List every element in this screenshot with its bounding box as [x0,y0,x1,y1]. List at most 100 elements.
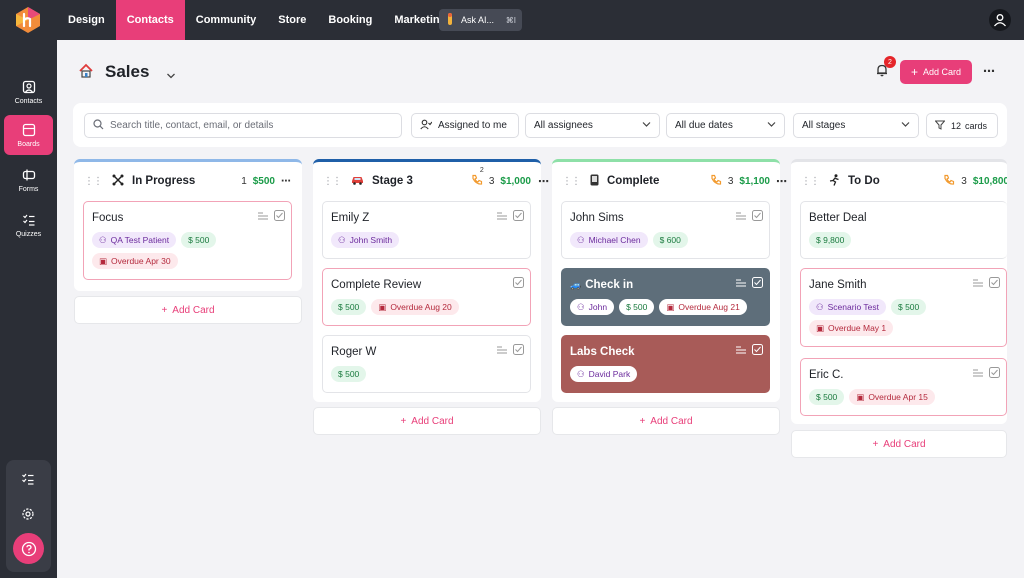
checkbox-icon[interactable] [752,208,763,226]
more-options-icon[interactable]: ⋯ [983,64,996,78]
card-eric-c[interactable]: Eric C. $ 500 ▣ Overdue Apr 15 [800,358,1007,416]
card-title: Emily Z [331,212,370,224]
column-total: $500 [252,175,275,187]
notes-icon[interactable] [258,208,269,226]
cards-filter-button[interactable]: 12 cards [926,113,998,138]
checkbox-icon[interactable] [513,275,524,293]
add-card-button[interactable]: + Add Card [791,430,1007,458]
calendar-icon: ▣ [378,301,387,312]
stages-select[interactable]: All stages [793,113,919,138]
card-check-in[interactable]: 🚙 Check in ⚇ John $ 500 ▣ Overdue Aug 21 [561,268,770,326]
forms-icon [22,169,35,180]
sidebar-item-forms[interactable]: Forms [4,160,53,200]
assignee-tag: ⚇ John [570,299,615,315]
settings-gear-icon[interactable] [19,505,37,523]
notes-icon[interactable] [497,208,508,226]
checkbox-icon[interactable] [513,342,524,360]
due-dates-select[interactable]: All due dates [666,113,785,138]
add-card-label: Add Card [883,438,926,450]
phone-icon[interactable] [943,174,955,189]
plus-icon: + [872,438,879,450]
nav-store[interactable]: Store [267,0,317,40]
calendar-icon: ▣ [816,322,825,333]
card-title: Roger W [331,346,377,358]
checkbox-icon[interactable] [513,208,524,226]
card-complete-review[interactable]: Complete Review $ 500 ▣ Overdue Aug 20 [322,268,531,326]
assignees-value: All assignees [534,120,593,131]
chevron-down-icon[interactable] [166,67,176,85]
search-input[interactable] [110,120,390,131]
checkbox-icon[interactable] [989,275,1000,293]
notes-icon[interactable] [736,342,747,360]
phone-icon[interactable]: 2 [471,167,484,189]
notes-icon[interactable] [736,275,747,293]
card-roger-w[interactable]: Roger W $ 500 [322,335,531,393]
more-options-icon[interactable]: ⋯ [281,176,292,187]
nav-contacts[interactable]: Contacts [115,0,185,40]
add-card-button[interactable]: + Add Card [74,296,302,324]
chevron-down-icon [767,120,776,131]
drag-handle-icon[interactable]: ⋮⋮ [562,176,581,187]
due-date-tag: ▣ Overdue Apr 30 [92,253,178,269]
cards-count: 12 [951,120,962,131]
assignee-tag: ⚇ Michael Chen [570,232,648,248]
chevron-down-icon [901,120,910,131]
sidebar-item-quizzes[interactable]: Quizzes [4,205,53,245]
assigned-to-me-label: Assigned to me [438,120,507,131]
more-options-icon[interactable]: ⋯ [538,175,549,188]
add-card-label: Add Card [172,304,215,316]
card-title: Focus [92,212,124,224]
nav-design[interactable]: Design [57,0,116,40]
checkbox-icon[interactable] [989,365,1000,383]
plus-icon: + [639,415,646,427]
nav-community[interactable]: Community [185,0,268,40]
notes-icon[interactable] [973,365,984,383]
amount-tag: $ 500 [809,389,845,405]
app-logo[interactable] [14,6,42,34]
checkbox-icon[interactable] [274,208,285,226]
card-labs-check[interactable]: Labs Check ⚇ David Park [561,335,770,393]
plus-icon: + [161,304,168,316]
notes-icon[interactable] [736,208,747,226]
checkbox-icon[interactable] [752,342,763,360]
card-better-deal[interactable]: Better Deal $ 9,800 [800,201,1007,259]
checkbox-icon[interactable] [752,275,763,293]
assignee-tag: ⚇ John Smith [331,232,400,248]
drag-handle-icon[interactable]: ⋮⋮ [84,176,103,187]
sidebar-item-label: Quizzes [15,230,42,238]
assignees-select[interactable]: All assignees [525,113,660,138]
notes-icon[interactable] [497,342,508,360]
more-options-icon[interactable]: ⋯ [776,175,787,188]
assigned-to-me-button[interactable]: Assigned to me [411,113,519,138]
card-emily-z[interactable]: Emily Z ⚇ John Smith [322,201,531,259]
search-box[interactable] [84,113,402,138]
ask-ai-button[interactable]: Ask AI... ⌘I [439,9,522,31]
sidebar-item-contacts[interactable]: Contacts [4,72,53,112]
drag-handle-icon[interactable]: ⋮⋮ [801,176,820,187]
person-icon: ⚇ [99,234,107,245]
ask-ai-shortcut: ⌘I [505,15,516,25]
checklist-icon[interactable] [19,470,37,488]
add-card-button[interactable]: + Add Card [900,60,972,84]
ask-ai-label: Ask AI... [461,15,495,25]
card-john-sims[interactable]: John Sims ⚇ Michael Chen $ 600 [561,201,770,259]
amount-tag: $ 500 [619,299,655,315]
notes-icon[interactable] [973,275,984,293]
sidebar-item-boards[interactable]: Boards [4,115,53,155]
add-card-button[interactable]: + Add Card [313,407,541,435]
card-focus[interactable]: Focus ⚇ QA Test Patient $ 500 ▣ Overdue Ap… [83,201,292,280]
sparkle-icon [445,13,455,27]
card-title: Eric C. [809,369,844,381]
add-card-label: Add Card [922,67,962,77]
user-avatar-button[interactable] [989,9,1011,31]
search-icon [93,117,104,135]
running-icon [829,173,840,189]
card-jane-smith[interactable]: Jane Smith ⚇ Scenario Test $ 500 ▣ Overdue… [800,268,1007,347]
phone-icon[interactable] [710,174,722,189]
nav-booking[interactable]: Booking [317,0,383,40]
add-card-button[interactable]: + Add Card [552,407,780,435]
drag-handle-icon[interactable]: ⋮⋮ [323,176,342,187]
help-button[interactable] [13,533,44,564]
card-title: Labs Check [570,346,635,358]
column-count: 3 [961,175,967,187]
